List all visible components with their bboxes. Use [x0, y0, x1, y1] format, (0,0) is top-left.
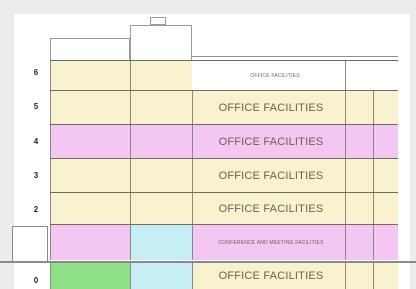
floor-5-core-b: [373, 91, 398, 124]
floor-0-core-a: [345, 263, 373, 289]
floor-2-core-a: [345, 193, 373, 224]
floor-0: OFFICE FACILITIES: [50, 262, 398, 289]
floor-4-bay-b: [130, 125, 192, 158]
floor-5: OFFICE FACILITIES: [50, 90, 398, 124]
floor-5-core-a: [345, 91, 373, 124]
floor-3-bay-b: [130, 159, 192, 192]
floor-6-bay-a: [50, 61, 130, 90]
floor-0-bay-a: [50, 263, 130, 289]
floor-4: OFFICE FACILITIES: [50, 124, 398, 158]
building-section-drawing: 6 5 4 3 2 1 0 OFFICE FACILITIES OFFICE F…: [0, 0, 416, 289]
floor-3-label: OFFICE FACILITIES: [218, 169, 324, 182]
floor-4-bay-a: [50, 125, 130, 158]
level-label-5: 5: [33, 102, 39, 111]
level-label-6: 6: [33, 68, 39, 77]
floor-1: CONFERENCE AND MEETING FACILITIES: [50, 224, 398, 260]
level-label-3: 3: [33, 171, 39, 180]
level-label-2: 2: [33, 205, 39, 214]
floor-2-core-b: [373, 193, 398, 224]
floor-1-bay-a: [50, 225, 130, 260]
floor-3-core-a: [345, 159, 373, 192]
right-border: [410, 0, 416, 289]
floor-2-bay-b: [130, 193, 192, 224]
floor-6: OFFICE FACILITIES: [50, 60, 398, 90]
level-label-0: 0: [33, 276, 39, 285]
floor-0-label: OFFICE FACILITIES: [218, 270, 324, 282]
ground-line: [0, 261, 416, 263]
floor-4-label: OFFICE FACILITIES: [218, 135, 324, 148]
floor-2-label: OFFICE FACILITIES: [218, 202, 324, 215]
floor-3-bay-a: [50, 159, 130, 192]
floor-3: OFFICE FACILITIES: [50, 158, 398, 192]
top-border: [0, 0, 416, 14]
floor-1-label: CONFERENCE AND MEETING FACILITIES: [218, 239, 324, 246]
floor-6-bay-b: [130, 61, 192, 90]
floor-5-bay-b: [130, 91, 192, 124]
roof-line: [192, 56, 398, 57]
floor-1-core-b: [373, 225, 398, 260]
floor-0-bay-b: [130, 263, 192, 289]
floor-5-bay-a: [50, 91, 130, 124]
floor-1-bay-b: [130, 225, 192, 260]
level-1-entrance-marker: [12, 226, 48, 262]
floor-4-core-b: [373, 125, 398, 158]
level-label-4: 4: [33, 137, 39, 146]
floor-6-label: OFFICE FACILITIES: [250, 72, 300, 79]
floor-6-core: [345, 61, 398, 90]
roof-vent: [150, 17, 166, 25]
floor-5-label: OFFICE FACILITIES: [218, 101, 324, 114]
floor-3-core-b: [373, 159, 398, 192]
floor-2-bay-a: [50, 193, 130, 224]
floor-4-core-a: [345, 125, 373, 158]
floor-2: OFFICE FACILITIES: [50, 192, 398, 224]
floor-1-core-a: [345, 225, 373, 260]
floor-0-core-b: [373, 263, 398, 289]
